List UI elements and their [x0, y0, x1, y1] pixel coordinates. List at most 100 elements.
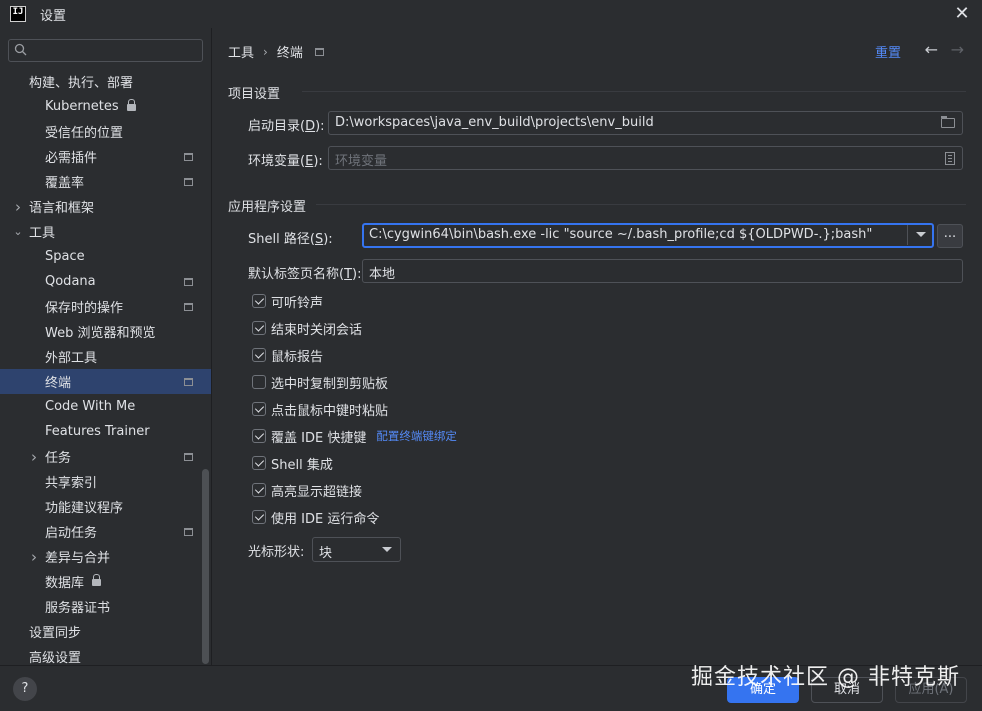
- sidebar-item[interactable]: 功能建议程序: [0, 494, 211, 519]
- sidebar-item[interactable]: › 差异与合并: [0, 544, 211, 569]
- sidebar-item-label: 必需插件: [45, 151, 98, 166]
- sidebar-item[interactable]: › 任务: [0, 444, 211, 469]
- sidebar-item-label: 受信任的位置: [45, 126, 124, 141]
- sidebar-item[interactable]: 保存时的操作: [0, 294, 211, 319]
- env-vars-label: 环境变量(E):: [248, 154, 323, 169]
- start-dir-input[interactable]: D:\workspaces\java_env_build\projects\en…: [328, 111, 963, 135]
- forward-arrow-icon: →: [950, 40, 964, 59]
- option-checkbox-row[interactable]: 高亮显示超链接: [252, 480, 362, 500]
- settings-sidebar: 构建、执行、部署 Kubernetes 受信任的位置 必需插件覆盖率 › 语言和框架 ⌄ 工具…: [0, 28, 212, 665]
- section-divider: [316, 204, 966, 205]
- sidebar-item[interactable]: 必需插件: [0, 144, 211, 169]
- option-checkbox-row[interactable]: Shell 集成: [252, 453, 333, 473]
- folder-icon[interactable]: [941, 116, 955, 128]
- checkbox-checked[interactable]: [252, 510, 266, 524]
- checkbox-checked[interactable]: [252, 456, 266, 470]
- sidebar-item-label: 服务器证书: [45, 601, 111, 616]
- env-vars-placeholder: 环境变量: [335, 154, 388, 169]
- sidebar-item[interactable]: 覆盖率: [0, 169, 211, 194]
- start-dir-label: 启动目录(D):: [248, 119, 325, 134]
- sidebar-item[interactable]: 终端: [0, 369, 211, 394]
- search-input[interactable]: [33, 41, 198, 60]
- sidebar-item[interactable]: 服务器证书: [0, 594, 211, 619]
- breadcrumb-separator: ›: [263, 44, 268, 59]
- window-title: 设置: [40, 8, 67, 24]
- list-icon[interactable]: [945, 152, 955, 165]
- checkbox-label: 鼠标报告: [271, 349, 324, 365]
- sidebar-item-label: 保存时的操作: [45, 301, 124, 316]
- configure-keybindings-link[interactable]: 配置终端键绑定: [376, 428, 457, 444]
- sidebar-item[interactable]: › 语言和框架: [0, 194, 211, 219]
- checkbox-checked[interactable]: [252, 294, 266, 308]
- sidebar-item[interactable]: Code With Me: [0, 394, 211, 419]
- tab-name-input[interactable]: 本地: [362, 259, 963, 283]
- reset-link[interactable]: 重置: [875, 42, 901, 61]
- cursor-shape-label: 光标形状:: [248, 545, 305, 560]
- checkbox-label: 点击鼠标中键时粘贴: [271, 403, 389, 419]
- sidebar-item-label: Space: [45, 249, 85, 264]
- sidebar-item-label: Features Trainer: [45, 424, 150, 439]
- sidebar-scrollbar[interactable]: [202, 469, 209, 664]
- sidebar-item[interactable]: 启动任务: [0, 519, 211, 544]
- sidebar-item[interactable]: Web 浏览器和预览: [0, 319, 211, 344]
- option-checkbox-row[interactable]: 选中时复制到剪贴板: [252, 372, 388, 392]
- sidebar-item[interactable]: 设置同步: [0, 619, 211, 644]
- checkbox-unchecked[interactable]: [252, 375, 266, 389]
- chevron-right-icon[interactable]: ›: [28, 449, 40, 464]
- sidebar-item-label: 外部工具: [45, 351, 98, 366]
- sidebar-item[interactable]: 共享索引: [0, 469, 211, 494]
- option-checkbox-row[interactable]: 点击鼠标中键时粘贴: [252, 399, 388, 419]
- chevron-down-icon: [382, 547, 392, 552]
- shell-path-value: C:\cygwin64\bin\bash.exe -lic "source ~/…: [369, 227, 873, 242]
- checkbox-checked[interactable]: [252, 429, 266, 443]
- sidebar-item[interactable]: 数据库: [0, 569, 211, 594]
- option-checkbox-row[interactable]: 鼠标报告: [252, 345, 323, 365]
- chevron-right-icon[interactable]: ›: [28, 549, 40, 564]
- sidebar-item-label: 覆盖率: [45, 176, 85, 191]
- project-level-icon: [184, 277, 193, 286]
- search-icon: [14, 43, 27, 56]
- checkbox-checked[interactable]: [252, 483, 266, 497]
- option-checkbox-row[interactable]: 覆盖 IDE 快捷键 配置终端键绑定: [252, 426, 457, 446]
- project-level-icon: [184, 452, 193, 461]
- checkbox-checked[interactable]: [252, 348, 266, 362]
- sidebar-item[interactable]: 构建、执行、部署: [0, 69, 211, 94]
- sidebar-item[interactable]: 外部工具: [0, 344, 211, 369]
- shell-path-combobox[interactable]: C:\cygwin64\bin\bash.exe -lic "source ~/…: [362, 223, 934, 248]
- sidebar-item[interactable]: 高级设置: [0, 644, 211, 665]
- sidebar-item-label: 高级设置: [29, 651, 82, 665]
- env-vars-input[interactable]: 环境变量: [328, 146, 963, 170]
- sidebar-item[interactable]: ⌄ 工具: [0, 219, 211, 244]
- breadcrumb-parent[interactable]: 工具: [228, 42, 254, 61]
- project-settings-heading: 项目设置: [228, 87, 281, 102]
- tab-name-label: 默认标签页名称(T):: [248, 267, 362, 282]
- help-icon[interactable]: ?: [13, 677, 37, 701]
- section-divider: [302, 91, 966, 92]
- cursor-shape-select[interactable]: 块: [312, 537, 401, 562]
- sidebar-item-label: 终端: [45, 376, 72, 391]
- project-level-icon: [184, 377, 193, 386]
- option-checkbox-row[interactable]: 使用 IDE 运行命令: [252, 507, 379, 527]
- chevron-down-icon[interactable]: [916, 232, 926, 237]
- checkbox-label: 结束时关闭会话: [271, 322, 363, 338]
- checkbox-checked[interactable]: [252, 402, 266, 416]
- project-level-icon: [184, 177, 193, 186]
- browse-shell-button[interactable]: ...: [937, 224, 963, 248]
- sidebar-item-label: 数据库: [45, 576, 85, 591]
- sidebar-item[interactable]: Kubernetes: [0, 94, 211, 119]
- chevron-down-icon[interactable]: ⌄: [12, 225, 24, 238]
- sidebar-item[interactable]: Features Trainer: [0, 419, 211, 444]
- chevron-right-icon[interactable]: ›: [12, 199, 24, 214]
- sidebar-item[interactable]: 受信任的位置: [0, 119, 211, 144]
- sidebar-item[interactable]: Qodana: [0, 269, 211, 294]
- back-arrow-icon[interactable]: ←: [925, 40, 938, 59]
- sidebar-item-label: Code With Me: [45, 399, 136, 414]
- checkbox-checked[interactable]: [252, 321, 266, 335]
- lock-icon: [126, 99, 136, 111]
- settings-search-box[interactable]: [8, 39, 203, 62]
- option-checkbox-row[interactable]: 结束时关闭会话: [252, 318, 362, 338]
- option-checkbox-row[interactable]: 可听铃声: [252, 291, 323, 311]
- close-icon[interactable]: ✕: [952, 4, 972, 24]
- sidebar-item[interactable]: Space: [0, 244, 211, 269]
- settings-content: 工具 › 终端 重置 ← → 项目设置 启动目录(D): D:\workspac…: [212, 28, 982, 665]
